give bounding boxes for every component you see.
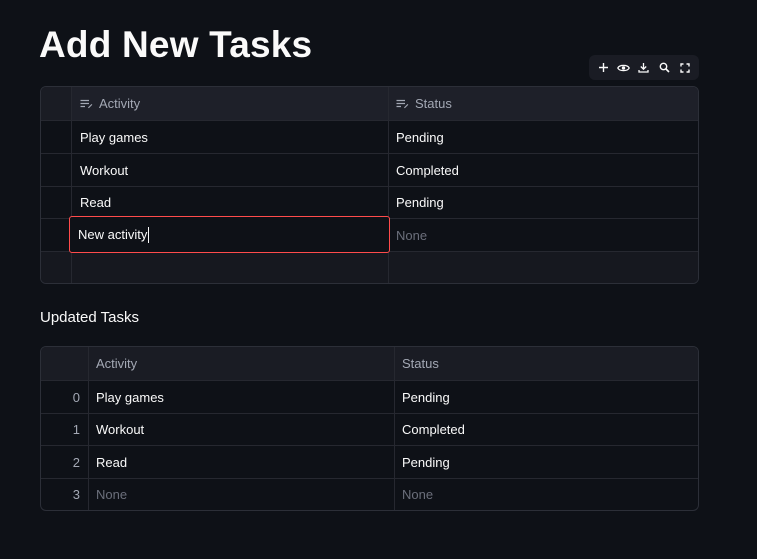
result-header-row: Activity Status [41, 347, 698, 381]
row-marker[interactable] [41, 187, 72, 218]
column-header-status[interactable]: Status [389, 87, 698, 120]
activity-cell[interactable]: Workout [89, 414, 395, 445]
activity-cell[interactable]: None [89, 479, 395, 510]
fullscreen-icon [680, 62, 690, 73]
index-header[interactable] [41, 347, 89, 380]
table-row: 2 Read Pending [41, 446, 698, 479]
section-subheading: Updated Tasks [40, 309, 139, 326]
download-icon [638, 63, 650, 73]
page-title: Add New Tasks [39, 24, 313, 65]
status-cell[interactable]: Pending [395, 381, 698, 413]
activity-cell[interactable]: Play games [72, 121, 389, 153]
column-label: Activity [99, 96, 141, 111]
table-row: Play games Pending [41, 121, 698, 154]
plus-icon [598, 63, 608, 72]
add-row-placeholder[interactable] [41, 252, 698, 283]
column-label: Status [415, 96, 452, 111]
activity-cell[interactable]: Workout [72, 154, 389, 186]
activity-cell[interactable]: Read [72, 187, 389, 218]
status-cell[interactable]: None [395, 479, 698, 510]
row-marker[interactable] [41, 154, 72, 186]
row-index: 2 [41, 446, 89, 478]
row-marker[interactable] [41, 219, 72, 251]
row-header-corner[interactable] [41, 87, 72, 120]
updated-tasks-table[interactable]: Activity Status 0 Play games Pending 1 W… [40, 346, 699, 511]
toggle-visibility-button[interactable] [615, 59, 633, 77]
download-button[interactable] [635, 59, 653, 77]
table-row: Read Pending [41, 187, 698, 219]
fullscreen-button[interactable] [676, 59, 694, 77]
placeholder-cell[interactable] [72, 252, 389, 283]
text-column-icon [396, 99, 409, 108]
cell-editor-text: New activity [78, 227, 148, 242]
table-row: 3 None None [41, 479, 698, 510]
app-page: Add New Tasks Activity Status Play games… [0, 0, 757, 559]
text-column-icon [80, 99, 93, 108]
text-caret [148, 226, 150, 243]
row-marker[interactable] [41, 121, 72, 153]
table-row: Workout Completed [41, 154, 698, 187]
add-row-button[interactable] [594, 59, 612, 77]
status-cell[interactable]: Pending [389, 121, 698, 153]
table-row: 0 Play games Pending [41, 381, 698, 414]
search-icon [659, 62, 670, 73]
row-index: 1 [41, 414, 89, 445]
status-cell-empty[interactable]: None [389, 219, 698, 251]
row-marker[interactable] [41, 252, 72, 283]
status-cell[interactable]: Pending [395, 446, 698, 478]
column-header-activity[interactable]: Activity [89, 347, 395, 380]
column-header-status[interactable]: Status [395, 347, 698, 380]
eye-icon [617, 64, 631, 71]
status-cell[interactable]: Completed [389, 154, 698, 186]
editor-header-row: Activity Status [41, 87, 698, 121]
row-index: 3 [41, 479, 89, 510]
placeholder-cell[interactable] [389, 252, 698, 283]
row-index: 0 [41, 381, 89, 413]
status-cell[interactable]: Pending [389, 187, 698, 218]
column-header-activity[interactable]: Activity [72, 87, 389, 120]
cell-editor-input[interactable]: New activity [69, 216, 390, 253]
activity-cell[interactable]: Read [89, 446, 395, 478]
table-toolbar [589, 55, 699, 80]
data-editor-table[interactable]: Activity Status Play games Pending Worko… [40, 86, 699, 284]
activity-cell[interactable]: Play games [89, 381, 395, 413]
status-cell[interactable]: Completed [395, 414, 698, 445]
table-row: 1 Workout Completed [41, 414, 698, 446]
search-button[interactable] [655, 59, 673, 77]
